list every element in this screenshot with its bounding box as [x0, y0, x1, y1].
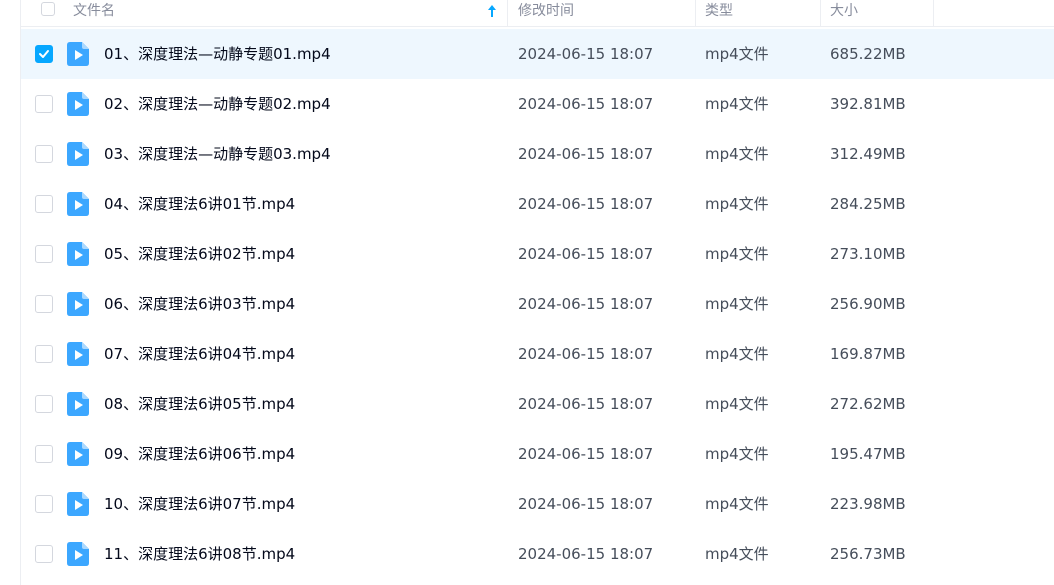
- file-modified-time: 2024-06-15 18:07: [518, 195, 654, 213]
- file-size: 273.10MB: [830, 245, 906, 263]
- file-name[interactable]: 07、深度理法6讲04节.mp4: [104, 329, 295, 379]
- file-type: mp4文件: [705, 145, 769, 163]
- video-file-play-icon: [67, 442, 89, 466]
- row-checkbox[interactable]: [35, 545, 53, 563]
- row-checkbox[interactable]: [35, 395, 53, 413]
- file-type: mp4文件: [705, 495, 769, 513]
- file-name[interactable]: 11、深度理法6讲08节.mp4: [104, 529, 295, 579]
- file-row[interactable]: 10、深度理法6讲07节.mp4 2024-06-15 18:07 mp4文件 …: [21, 479, 1054, 529]
- file-row[interactable]: 11、深度理法6讲08节.mp4 2024-06-15 18:07 mp4文件 …: [21, 529, 1054, 579]
- file-size: 195.47MB: [830, 445, 906, 463]
- video-file-play-icon: [67, 142, 89, 166]
- file-name[interactable]: 03、深度理法—动静专题03.mp4: [104, 129, 331, 179]
- video-file-play-icon: [67, 492, 89, 516]
- row-checkbox[interactable]: [35, 345, 53, 363]
- column-header-modified[interactable]: 修改时间: [518, 0, 574, 26]
- file-list-header: 文件名 修改时间 类型 大小: [21, 0, 1054, 27]
- file-size: 223.98MB: [830, 495, 906, 513]
- file-row[interactable]: 08、深度理法6讲05节.mp4 2024-06-15 18:07 mp4文件 …: [21, 379, 1054, 429]
- column-divider[interactable]: [933, 0, 934, 26]
- video-file-play-icon: [67, 42, 89, 66]
- video-file-play-icon: [67, 192, 89, 216]
- file-size: 272.62MB: [830, 395, 906, 413]
- column-header-size[interactable]: 大小: [830, 0, 858, 26]
- file-row[interactable]: 04、深度理法6讲01节.mp4 2024-06-15 18:07 mp4文件 …: [21, 179, 1054, 229]
- file-size: 312.49MB: [830, 145, 906, 163]
- file-modified-time: 2024-06-15 18:07: [518, 295, 654, 313]
- file-name[interactable]: 04、深度理法6讲01节.mp4: [104, 179, 295, 229]
- file-row[interactable]: 01、深度理法—动静专题01.mp4 2024-06-15 18:07 mp4文…: [21, 29, 1054, 79]
- file-row[interactable]: 02、深度理法—动静专题02.mp4 2024-06-15 18:07 mp4文…: [21, 79, 1054, 129]
- video-file-play-icon: [67, 342, 89, 366]
- video-file-play-icon: [67, 92, 89, 116]
- row-checkbox[interactable]: [35, 495, 53, 513]
- row-checkbox[interactable]: [35, 145, 53, 163]
- file-modified-time: 2024-06-15 18:07: [518, 245, 654, 263]
- video-file-play-icon: [67, 392, 89, 416]
- file-name[interactable]: 02、深度理法—动静专题02.mp4: [104, 79, 331, 129]
- file-row[interactable]: 03、深度理法—动静专题03.mp4 2024-06-15 18:07 mp4文…: [21, 129, 1054, 179]
- file-name[interactable]: 01、深度理法—动静专题01.mp4: [104, 29, 331, 79]
- file-type: mp4文件: [705, 45, 769, 63]
- file-modified-time: 2024-06-15 18:07: [518, 545, 654, 563]
- file-type: mp4文件: [705, 545, 769, 563]
- column-divider[interactable]: [695, 0, 696, 26]
- row-checkbox[interactable]: [35, 195, 53, 213]
- file-size: 256.73MB: [830, 545, 906, 563]
- file-row[interactable]: 07、深度理法6讲04节.mp4 2024-06-15 18:07 mp4文件 …: [21, 329, 1054, 379]
- file-modified-time: 2024-06-15 18:07: [518, 45, 654, 63]
- column-header-name[interactable]: 文件名: [73, 0, 115, 26]
- row-checkbox[interactable]: [35, 245, 53, 263]
- file-size: 169.87MB: [830, 345, 906, 363]
- file-name[interactable]: 09、深度理法6讲06节.mp4: [104, 429, 295, 479]
- row-checkbox[interactable]: [35, 295, 53, 313]
- file-modified-time: 2024-06-15 18:07: [518, 95, 654, 113]
- file-name[interactable]: 05、深度理法6讲02节.mp4: [104, 229, 295, 279]
- file-type: mp4文件: [705, 245, 769, 263]
- column-divider[interactable]: [507, 0, 508, 26]
- file-type: mp4文件: [705, 445, 769, 463]
- file-size: 392.81MB: [830, 95, 906, 113]
- file-size: 284.25MB: [830, 195, 906, 213]
- row-checkbox[interactable]: [35, 45, 53, 63]
- sort-ascending-arrow-icon[interactable]: [487, 4, 497, 18]
- file-modified-time: 2024-06-15 18:07: [518, 495, 654, 513]
- file-name[interactable]: 06、深度理法6讲03节.mp4: [104, 279, 295, 329]
- video-file-play-icon: [67, 292, 89, 316]
- video-file-play-icon: [67, 542, 89, 566]
- checkmark-icon: [39, 50, 49, 58]
- file-type: mp4文件: [705, 345, 769, 363]
- file-modified-time: 2024-06-15 18:07: [518, 145, 654, 163]
- column-divider[interactable]: [820, 0, 821, 26]
- file-size: 256.90MB: [830, 295, 906, 313]
- file-name[interactable]: 10、深度理法6讲07节.mp4: [104, 479, 295, 529]
- file-type: mp4文件: [705, 95, 769, 113]
- column-header-type[interactable]: 类型: [705, 0, 733, 26]
- file-size: 685.22MB: [830, 45, 906, 63]
- file-modified-time: 2024-06-15 18:07: [518, 345, 654, 363]
- file-row[interactable]: 05、深度理法6讲02节.mp4 2024-06-15 18:07 mp4文件 …: [21, 229, 1054, 279]
- file-type: mp4文件: [705, 395, 769, 413]
- file-list: 01、深度理法—动静专题01.mp4 2024-06-15 18:07 mp4文…: [21, 29, 1054, 579]
- file-row[interactable]: 06、深度理法6讲03节.mp4 2024-06-15 18:07 mp4文件 …: [21, 279, 1054, 329]
- file-row[interactable]: 09、深度理法6讲06节.mp4 2024-06-15 18:07 mp4文件 …: [21, 429, 1054, 479]
- select-all-checkbox[interactable]: [41, 2, 55, 16]
- file-modified-time: 2024-06-15 18:07: [518, 395, 654, 413]
- video-file-play-icon: [67, 242, 89, 266]
- row-checkbox[interactable]: [35, 445, 53, 463]
- file-name[interactable]: 08、深度理法6讲05节.mp4: [104, 379, 295, 429]
- file-type: mp4文件: [705, 295, 769, 313]
- file-type: mp4文件: [705, 195, 769, 213]
- file-list-view: 文件名 修改时间 类型 大小 01、深度理法—动静专题01.mp4 2024-0…: [0, 0, 1054, 585]
- row-checkbox[interactable]: [35, 95, 53, 113]
- file-modified-time: 2024-06-15 18:07: [518, 445, 654, 463]
